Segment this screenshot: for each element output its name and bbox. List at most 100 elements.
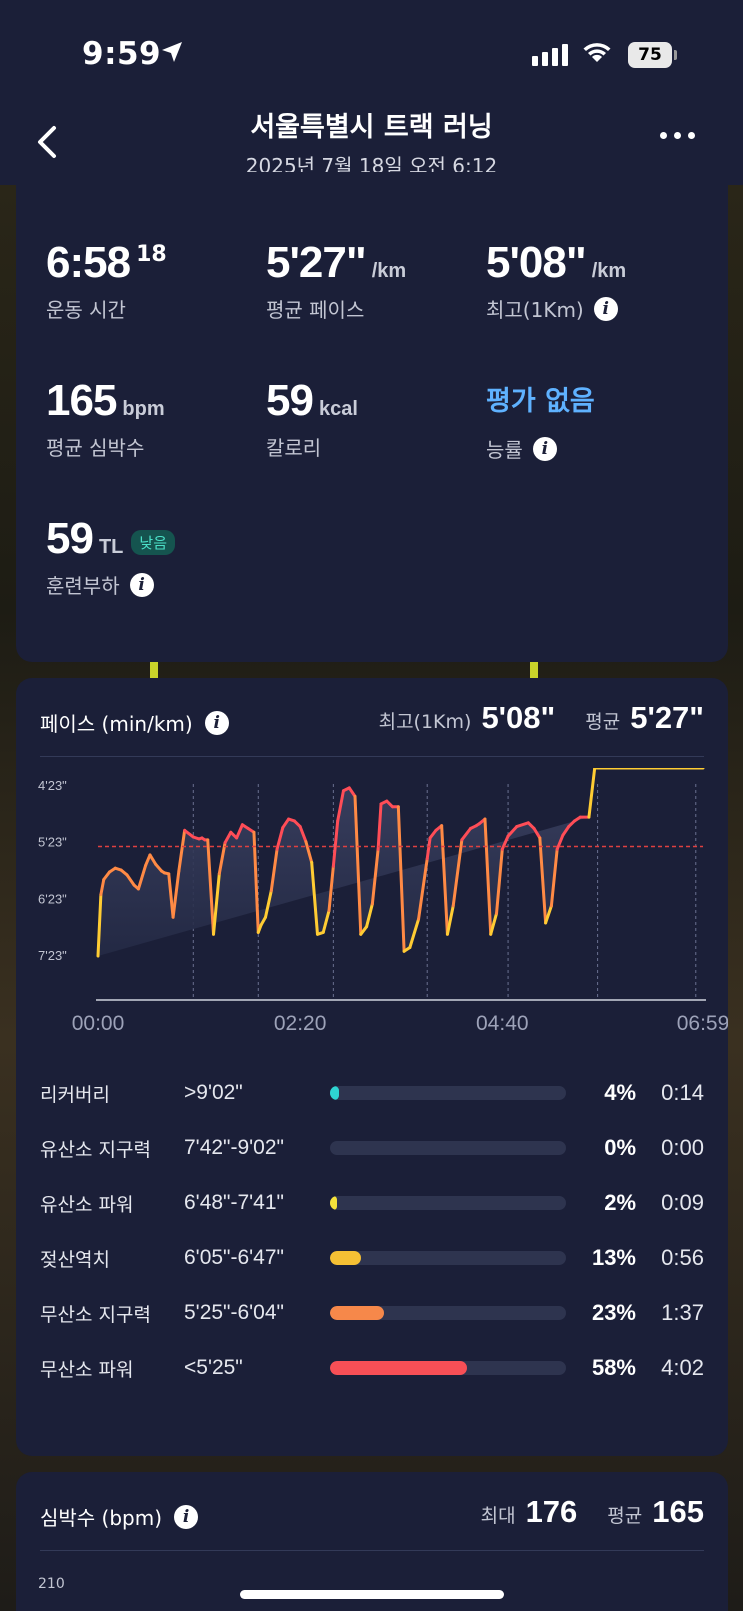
stat-avg-pace: 5'27"/km 평균 페이스 bbox=[266, 238, 406, 323]
location-arrow-icon bbox=[162, 42, 182, 62]
avg-hr-unit: bpm bbox=[122, 398, 165, 420]
zone-percent: 13% bbox=[591, 1245, 636, 1270]
duration-seconds: 18 bbox=[136, 242, 167, 267]
hr-y-tick: 210 bbox=[38, 1576, 65, 1592]
zone-name: 젖산역치 bbox=[40, 1248, 110, 1271]
info-icon[interactable]: i bbox=[129, 572, 154, 597]
status-time: 9:59 bbox=[82, 36, 162, 72]
zone-time: 0:56 bbox=[661, 1245, 704, 1270]
pace-area bbox=[98, 787, 589, 956]
zone-percent: 58% bbox=[591, 1355, 636, 1380]
info-icon[interactable]: i bbox=[532, 436, 557, 461]
zone-range: 6'48"-7'41" bbox=[184, 1191, 284, 1214]
info-icon[interactable]: i bbox=[174, 1504, 199, 1529]
zone-range: <5'25" bbox=[184, 1356, 243, 1379]
zone-bar-fill bbox=[330, 1196, 338, 1210]
zone-bar bbox=[330, 1251, 566, 1265]
hr-avg-value: 165 bbox=[652, 1494, 704, 1529]
zone-percent: 0% bbox=[604, 1135, 636, 1160]
zone-row: 유산소 지구력 7'42"-9'02" 0% 0:00 bbox=[40, 1131, 704, 1165]
hr-max-label: 최대 bbox=[480, 1505, 516, 1527]
hr-avg-label: 평균 bbox=[607, 1505, 643, 1527]
zone-name: 유산소 지구력 bbox=[40, 1138, 151, 1161]
divider bbox=[40, 756, 704, 757]
x-tick-label: 04:40 bbox=[476, 1012, 529, 1035]
pace-avg-label: 평균 bbox=[585, 711, 621, 733]
pace-card: 페이스 (min/km) i 최고(1Km) 5'08" 평균 5'27" 4'… bbox=[16, 678, 728, 1456]
zone-row: 젖산역치 6'05"-6'47" 13% 0:56 bbox=[40, 1241, 704, 1275]
zone-range: 7'42"-9'02" bbox=[184, 1136, 284, 1159]
zone-bar bbox=[330, 1086, 566, 1100]
zone-percent: 23% bbox=[591, 1300, 636, 1325]
stat-efficiency: 평가 없음 능률 i bbox=[486, 376, 595, 463]
zone-bar-fill bbox=[330, 1361, 467, 1375]
zone-name: 유산소 파워 bbox=[40, 1193, 134, 1216]
avg-pace-unit: /km bbox=[371, 260, 407, 282]
x-tick-label: 06:59 bbox=[677, 1012, 728, 1035]
training-load-label: 훈련부하 bbox=[46, 574, 120, 598]
calories-label: 칼로리 bbox=[266, 436, 322, 460]
zone-range: 6'05"-6'47" bbox=[184, 1246, 284, 1269]
zone-time: 4:02 bbox=[661, 1355, 704, 1380]
hr-summary: 최대 176 평균 165 bbox=[481, 1494, 704, 1530]
zone-row: 리커버리 >9'02" 4% 0:14 bbox=[40, 1076, 704, 1110]
best-pace-label: 최고(1Km) bbox=[486, 298, 584, 322]
hr-title-text: 심박수 (bpm) bbox=[40, 1506, 163, 1530]
divider bbox=[40, 1550, 704, 1551]
zone-range: 5'25"-6'04" bbox=[184, 1301, 284, 1324]
zone-bar bbox=[330, 1196, 566, 1210]
training-load-badge: 낮음 bbox=[131, 530, 175, 555]
best-pace-unit: /km bbox=[591, 260, 627, 282]
battery-icon: 75 bbox=[628, 42, 677, 68]
page-title: 서울특별시 트랙 러닝 bbox=[250, 112, 493, 143]
zone-time: 0:09 bbox=[661, 1190, 704, 1215]
hr-max-value: 176 bbox=[525, 1494, 578, 1529]
training-load-value: 59 bbox=[46, 514, 94, 563]
avg-pace-label: 평균 페이스 bbox=[266, 298, 365, 322]
zone-percent: 4% bbox=[604, 1080, 636, 1105]
y-tick-label: 4'23" bbox=[38, 778, 67, 793]
pace-best-label: 최고(1Km) bbox=[378, 711, 472, 733]
avg-pace-value: 5'27" bbox=[266, 238, 367, 287]
pace-summary: 최고(1Km) 5'08" 평균 5'27" bbox=[379, 700, 704, 736]
avg-hr-label: 평균 심박수 bbox=[46, 436, 145, 460]
pace-best-value: 5'08" bbox=[481, 700, 556, 735]
zone-bar bbox=[330, 1361, 566, 1375]
info-icon[interactable]: i bbox=[204, 710, 229, 735]
pace-avg-value: 5'27" bbox=[630, 700, 704, 735]
more-options-button[interactable] bbox=[660, 132, 695, 139]
zone-bar-fill bbox=[330, 1251, 361, 1265]
zone-time: 1:37 bbox=[661, 1300, 704, 1325]
zone-bar bbox=[330, 1306, 566, 1320]
pace-line-segment bbox=[587, 768, 597, 819]
training-load-unit: TL bbox=[98, 536, 124, 558]
zone-time: 0:00 bbox=[661, 1135, 704, 1160]
pace-card-title: 페이스 (min/km) i bbox=[40, 708, 229, 737]
stat-training-load: 59 TL 낮음 훈련부하 i bbox=[46, 514, 175, 599]
stat-calories: 59 kcal 칼로리 bbox=[266, 376, 358, 461]
wifi-icon bbox=[583, 43, 611, 62]
y-tick-label: 5'23" bbox=[38, 835, 67, 850]
zone-time: 0:14 bbox=[661, 1080, 704, 1105]
zone-bar bbox=[330, 1141, 566, 1155]
zone-bar-fill bbox=[330, 1086, 340, 1100]
cellular-signal-icon bbox=[532, 44, 568, 66]
info-icon[interactable]: i bbox=[593, 296, 618, 321]
zone-row: 무산소 지구력 5'25"-6'04" 23% 1:37 bbox=[40, 1296, 704, 1330]
header: 9:59 75 서울특별시 트랙 러닝 2025년 7월 18일 오전 6:12 bbox=[0, 0, 743, 185]
stat-avg-hr: 165 bpm 평균 심박수 bbox=[46, 376, 165, 461]
x-tick-label: 00:00 bbox=[72, 1012, 125, 1035]
zone-name: 무산소 지구력 bbox=[40, 1303, 151, 1326]
home-indicator[interactable] bbox=[240, 1590, 504, 1599]
zone-name: 리커버리 bbox=[40, 1083, 110, 1106]
zone-bar-fill bbox=[330, 1306, 385, 1320]
zone-range: >9'02" bbox=[184, 1081, 243, 1104]
y-tick-label: 6'23" bbox=[38, 891, 67, 906]
pace-title-text: 페이스 (min/km) bbox=[40, 712, 193, 736]
stat-best-pace: 5'08"/km 최고(1Km) i bbox=[486, 238, 626, 323]
zone-row: 무산소 파워 <5'25" 58% 4:02 bbox=[40, 1351, 704, 1385]
zone-name: 무산소 파워 bbox=[40, 1358, 134, 1381]
pace-chart[interactable]: 4'23" 5'23" 6'23" 7'23" 00:00 02:20 04:40 06:59 bbox=[38, 768, 728, 1068]
duration-value: 6:58 bbox=[46, 238, 131, 287]
efficiency-label: 능률 bbox=[486, 438, 523, 462]
